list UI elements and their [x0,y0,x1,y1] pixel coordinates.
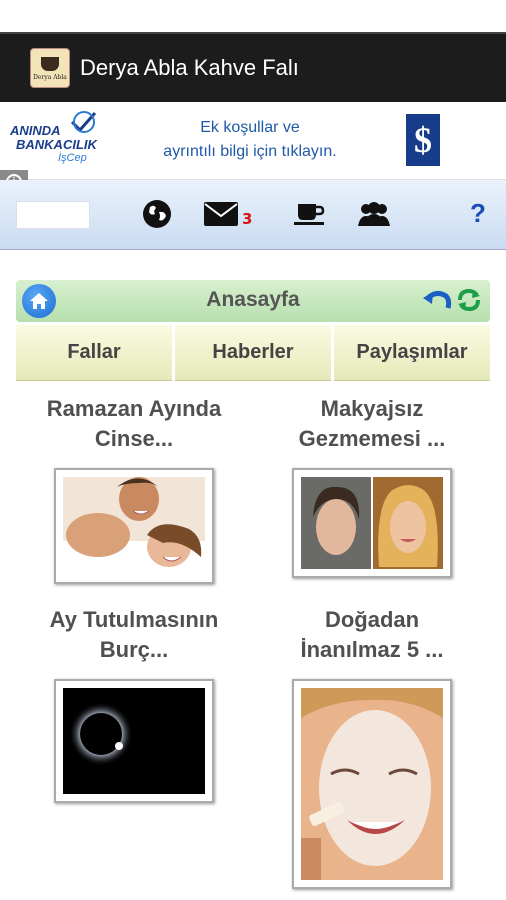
username-field[interactable] [16,201,90,229]
ad-logo-sub: İşCep [58,152,87,164]
news-card-title-line1: Doğadan [324,607,420,632]
toolbar: 3 ? [0,180,506,250]
news-card-title: Doğadan İnanılmaz 5 ... [257,605,487,665]
mail-icon[interactable] [202,196,240,232]
tab-fallar[interactable]: Fallar [16,325,172,381]
help-icon[interactable]: ? [470,198,486,229]
news-card-title: Ramazan Ayında Cinse... [19,394,249,454]
page-title: Anasayfa [206,288,300,311]
navbar: Anasayfa [16,280,490,322]
news-card-title-line2: Cinse... [94,426,174,451]
ad-banner[interactable]: ANINDA BANKACILIK İşCep Ek koşullar ve a… [0,102,506,194]
app-icon: Derya Abla [30,48,70,88]
category-tabs: Fallar Haberler Paylaşımlar [16,325,490,381]
news-card-thumbnail[interactable] [54,679,214,803]
app-icon-label: Derya Abla [33,74,67,81]
mail-count-badge: 3 [242,210,253,228]
app-titlebar: Derya Abla Derya Abla Kahve Falı [0,34,506,102]
news-card-title: Makyajsız Gezmemesi ... [257,394,487,454]
app-title: Derya Abla Kahve Falı [80,55,299,80]
globe-icon[interactable] [140,196,174,232]
news-card[interactable]: Ay Tutulmasının Burç... [19,605,249,803]
ad-text-line2: ayrıntılı bilgi için tıklayın. [163,143,337,160]
couple-photo [63,477,205,575]
news-card[interactable]: Doğadan İnanılmaz 5 ... [257,605,487,889]
coffee-icon[interactable] [292,196,328,232]
news-card-thumbnail[interactable] [292,679,452,889]
eclipse-photo [63,688,205,794]
refresh-icon[interactable] [456,286,482,318]
ad-logo-line2: BANKACILIK [16,137,97,152]
ad-logo: ANINDA BANKACILIK İşCep [10,110,97,168]
undo-icon[interactable] [422,288,452,316]
news-card-title-line1: Ay Tutulmasının [49,607,219,632]
two-faces-photo [301,477,443,569]
news-card-title: Ay Tutulmasının Burç... [19,605,249,665]
ad-text-line1: Ek koşullar ve [200,119,300,136]
coffee-cup-logo [41,57,59,71]
bank-logo: $ [406,114,440,166]
tab-paylasimlar[interactable]: Paylaşımlar [334,325,490,381]
news-card-title-line1: Ramazan Ayında [46,396,222,421]
face-mask-photo [301,688,443,880]
news-card-title-line2: İnanılmaz 5 ... [300,637,444,662]
news-card-title-line2: Gezmemesi ... [298,426,446,451]
check-logo-icon [70,111,97,133]
news-card[interactable]: Ramazan Ayında Cinse... [19,394,249,584]
news-card-title-line2: Burç... [99,637,169,662]
ad-text[interactable]: Ek koşullar ve ayrıntılı bilgi için tıkl… [130,116,370,164]
url-strip [0,0,506,34]
news-card[interactable]: Makyajsız Gezmemesi ... [257,394,487,578]
news-card-thumbnail[interactable] [54,468,214,584]
news-card-thumbnail[interactable] [292,468,452,578]
news-card-title-line1: Makyajsız [320,396,424,421]
tab-haberler[interactable]: Haberler [175,325,331,381]
users-icon[interactable] [356,196,392,232]
